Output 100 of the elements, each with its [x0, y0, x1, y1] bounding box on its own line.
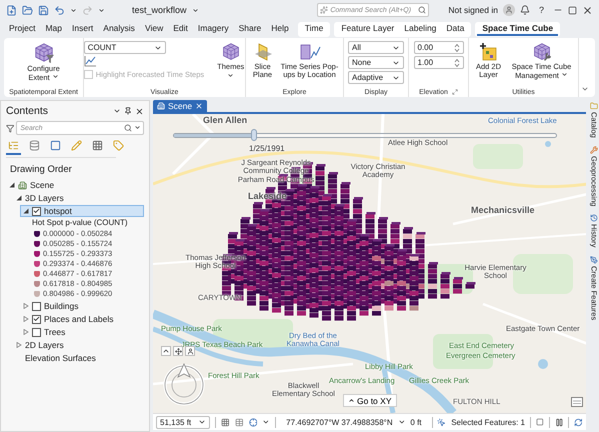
expand-arrow-icon[interactable] — [23, 303, 29, 309]
collapse-ribbon-icon[interactable] — [581, 85, 589, 93]
tree-item[interactable]: hotspot — [20, 205, 144, 217]
layer-checkbox[interactable] — [32, 328, 41, 336]
add-layer-icon — [478, 42, 498, 62]
person-icon — [186, 348, 194, 354]
folder-icon — [590, 102, 598, 110]
refresh-icon[interactable] — [574, 418, 584, 426]
ribbon-tab[interactable]: Help — [266, 22, 294, 36]
scale-dropdown[interactable]: 51,135 ft — [156, 416, 210, 428]
close-icon[interactable] — [135, 106, 144, 116]
chevron-up-icon — [162, 347, 170, 355]
layer-checkbox[interactable] — [32, 314, 41, 324]
grid-icon[interactable] — [221, 418, 230, 426]
caret-icon[interactable] — [113, 107, 121, 115]
tree-item[interactable]: Places and Labels — [20, 313, 144, 325]
variable-dropdown[interactable]: COUNT — [84, 41, 166, 54]
caret-icon[interactable] — [192, 6, 199, 14]
chart-button[interactable] — [84, 56, 98, 68]
ribbon-tab[interactable]: Data — [441, 22, 470, 36]
table-icon[interactable] — [235, 418, 244, 426]
dropdown[interactable]: Adaptive — [348, 71, 404, 84]
map-tiles-icon[interactable] — [571, 397, 583, 407]
caret-icon[interactable] — [98, 6, 105, 14]
time-slider[interactable] — [173, 129, 557, 141]
tree-item[interactable]: 2D Layers — [13, 339, 144, 351]
layer-checkbox[interactable] — [32, 206, 41, 216]
tree-item[interactable]: 3D Layers — [13, 192, 144, 204]
dropdown[interactable]: None — [348, 56, 404, 69]
time-slider-date: 1/25/1991 — [249, 145, 285, 154]
caret-icon[interactable] — [70, 6, 77, 14]
caret-icon[interactable] — [262, 418, 270, 426]
caret-icon — [560, 71, 568, 78]
collapse-arrow-icon[interactable] — [16, 195, 22, 201]
close-icon[interactable] — [582, 4, 593, 16]
collapse-arrow-icon[interactable] — [23, 208, 29, 214]
database-icon — [29, 140, 40, 151]
maximize-icon[interactable] — [568, 6, 577, 14]
expand-arrow-icon[interactable] — [23, 329, 29, 335]
tree-item[interactable]: Scene — [6, 179, 144, 191]
city-icon — [157, 102, 165, 110]
pencil-icon — [71, 140, 82, 151]
ribbon-tab[interactable]: Feature Layer — [336, 22, 400, 36]
layer-checkbox[interactable] — [32, 302, 41, 310]
pen-icon — [590, 256, 598, 264]
notification-bell-icon[interactable] — [520, 5, 530, 15]
new-project-icon[interactable] — [6, 4, 17, 16]
cube-icon — [220, 42, 241, 62]
caret-icon — [52, 73, 59, 80]
avatar-icon[interactable] — [502, 4, 515, 16]
help-button[interactable]: ? — [534, 5, 548, 15]
square-icon[interactable] — [536, 418, 544, 426]
ribbon-tab[interactable]: Analysis — [98, 22, 140, 36]
slice-plane-icon — [252, 42, 272, 62]
collapse-arrow-icon[interactable] — [9, 182, 15, 188]
legend-title: Hot Spot p-value (COUNT) — [32, 218, 129, 227]
ribbon-tab[interactable]: Share — [234, 22, 266, 36]
pin-icon[interactable] — [124, 107, 132, 115]
undo-icon[interactable] — [54, 4, 65, 16]
list-tree-icon — [8, 140, 19, 151]
coordinates-readout: 77.4692707°W 37.4988358°N — [286, 418, 393, 426]
document-tab[interactable]: Scene — [153, 100, 208, 112]
tree-item[interactable]: Trees — [20, 326, 144, 338]
ribbon-tab[interactable]: Labeling — [399, 22, 442, 36]
tree-item[interactable]: Elevation Surfaces — [13, 352, 144, 364]
number-spinner[interactable]: 1.00 — [414, 56, 464, 69]
ribbon-tab[interactable]: Space Time Cube — [477, 22, 558, 36]
save-icon[interactable] — [38, 4, 49, 16]
ribbon-tab[interactable]: View — [140, 22, 168, 36]
ribbon-tab[interactable]: Edit — [168, 22, 193, 36]
number-spinner[interactable]: 0.00 — [414, 41, 464, 54]
dropdown[interactable]: All — [348, 41, 404, 54]
ribbon-tab[interactable]: Map — [40, 22, 68, 36]
pause-icon[interactable] — [554, 418, 564, 426]
project-title[interactable]: test_workflow — [132, 5, 187, 15]
ribbon-tab[interactable]: Time — [300, 22, 328, 36]
cube-chart-icon — [298, 42, 320, 62]
grid-icon — [92, 140, 103, 151]
navigator-compass-icon[interactable] — [163, 362, 205, 406]
expand-arrow-icon[interactable] — [16, 342, 22, 348]
open-folder-icon[interactable] — [22, 4, 33, 16]
contents-tab[interactable] — [6, 139, 21, 155]
expand-arrow-icon[interactable] — [23, 316, 29, 322]
ribbon-tab[interactable]: Insert — [67, 22, 98, 36]
ribbon-tab[interactable]: Project — [4, 22, 40, 36]
caret-icon[interactable] — [398, 418, 406, 426]
go-to-xy-button[interactable]: Go to XY — [343, 394, 396, 407]
caret-icon — [198, 418, 206, 426]
caret-icon — [227, 72, 234, 80]
ribbon-tab[interactable]: Imagery — [192, 22, 234, 36]
tag-icon — [113, 140, 124, 151]
map-label: Mechanicsville — [471, 206, 535, 216]
pan-button[interactable] — [185, 346, 195, 356]
crosshair-icon[interactable] — [248, 418, 258, 426]
wrench-icon — [590, 146, 598, 154]
full-extent-button[interactable] — [173, 346, 183, 356]
select-icon[interactable] — [437, 418, 446, 426]
filter-icon[interactable] — [6, 124, 14, 132]
line-chart-icon — [84, 56, 96, 67]
tree-item[interactable]: Buildings — [20, 300, 144, 312]
